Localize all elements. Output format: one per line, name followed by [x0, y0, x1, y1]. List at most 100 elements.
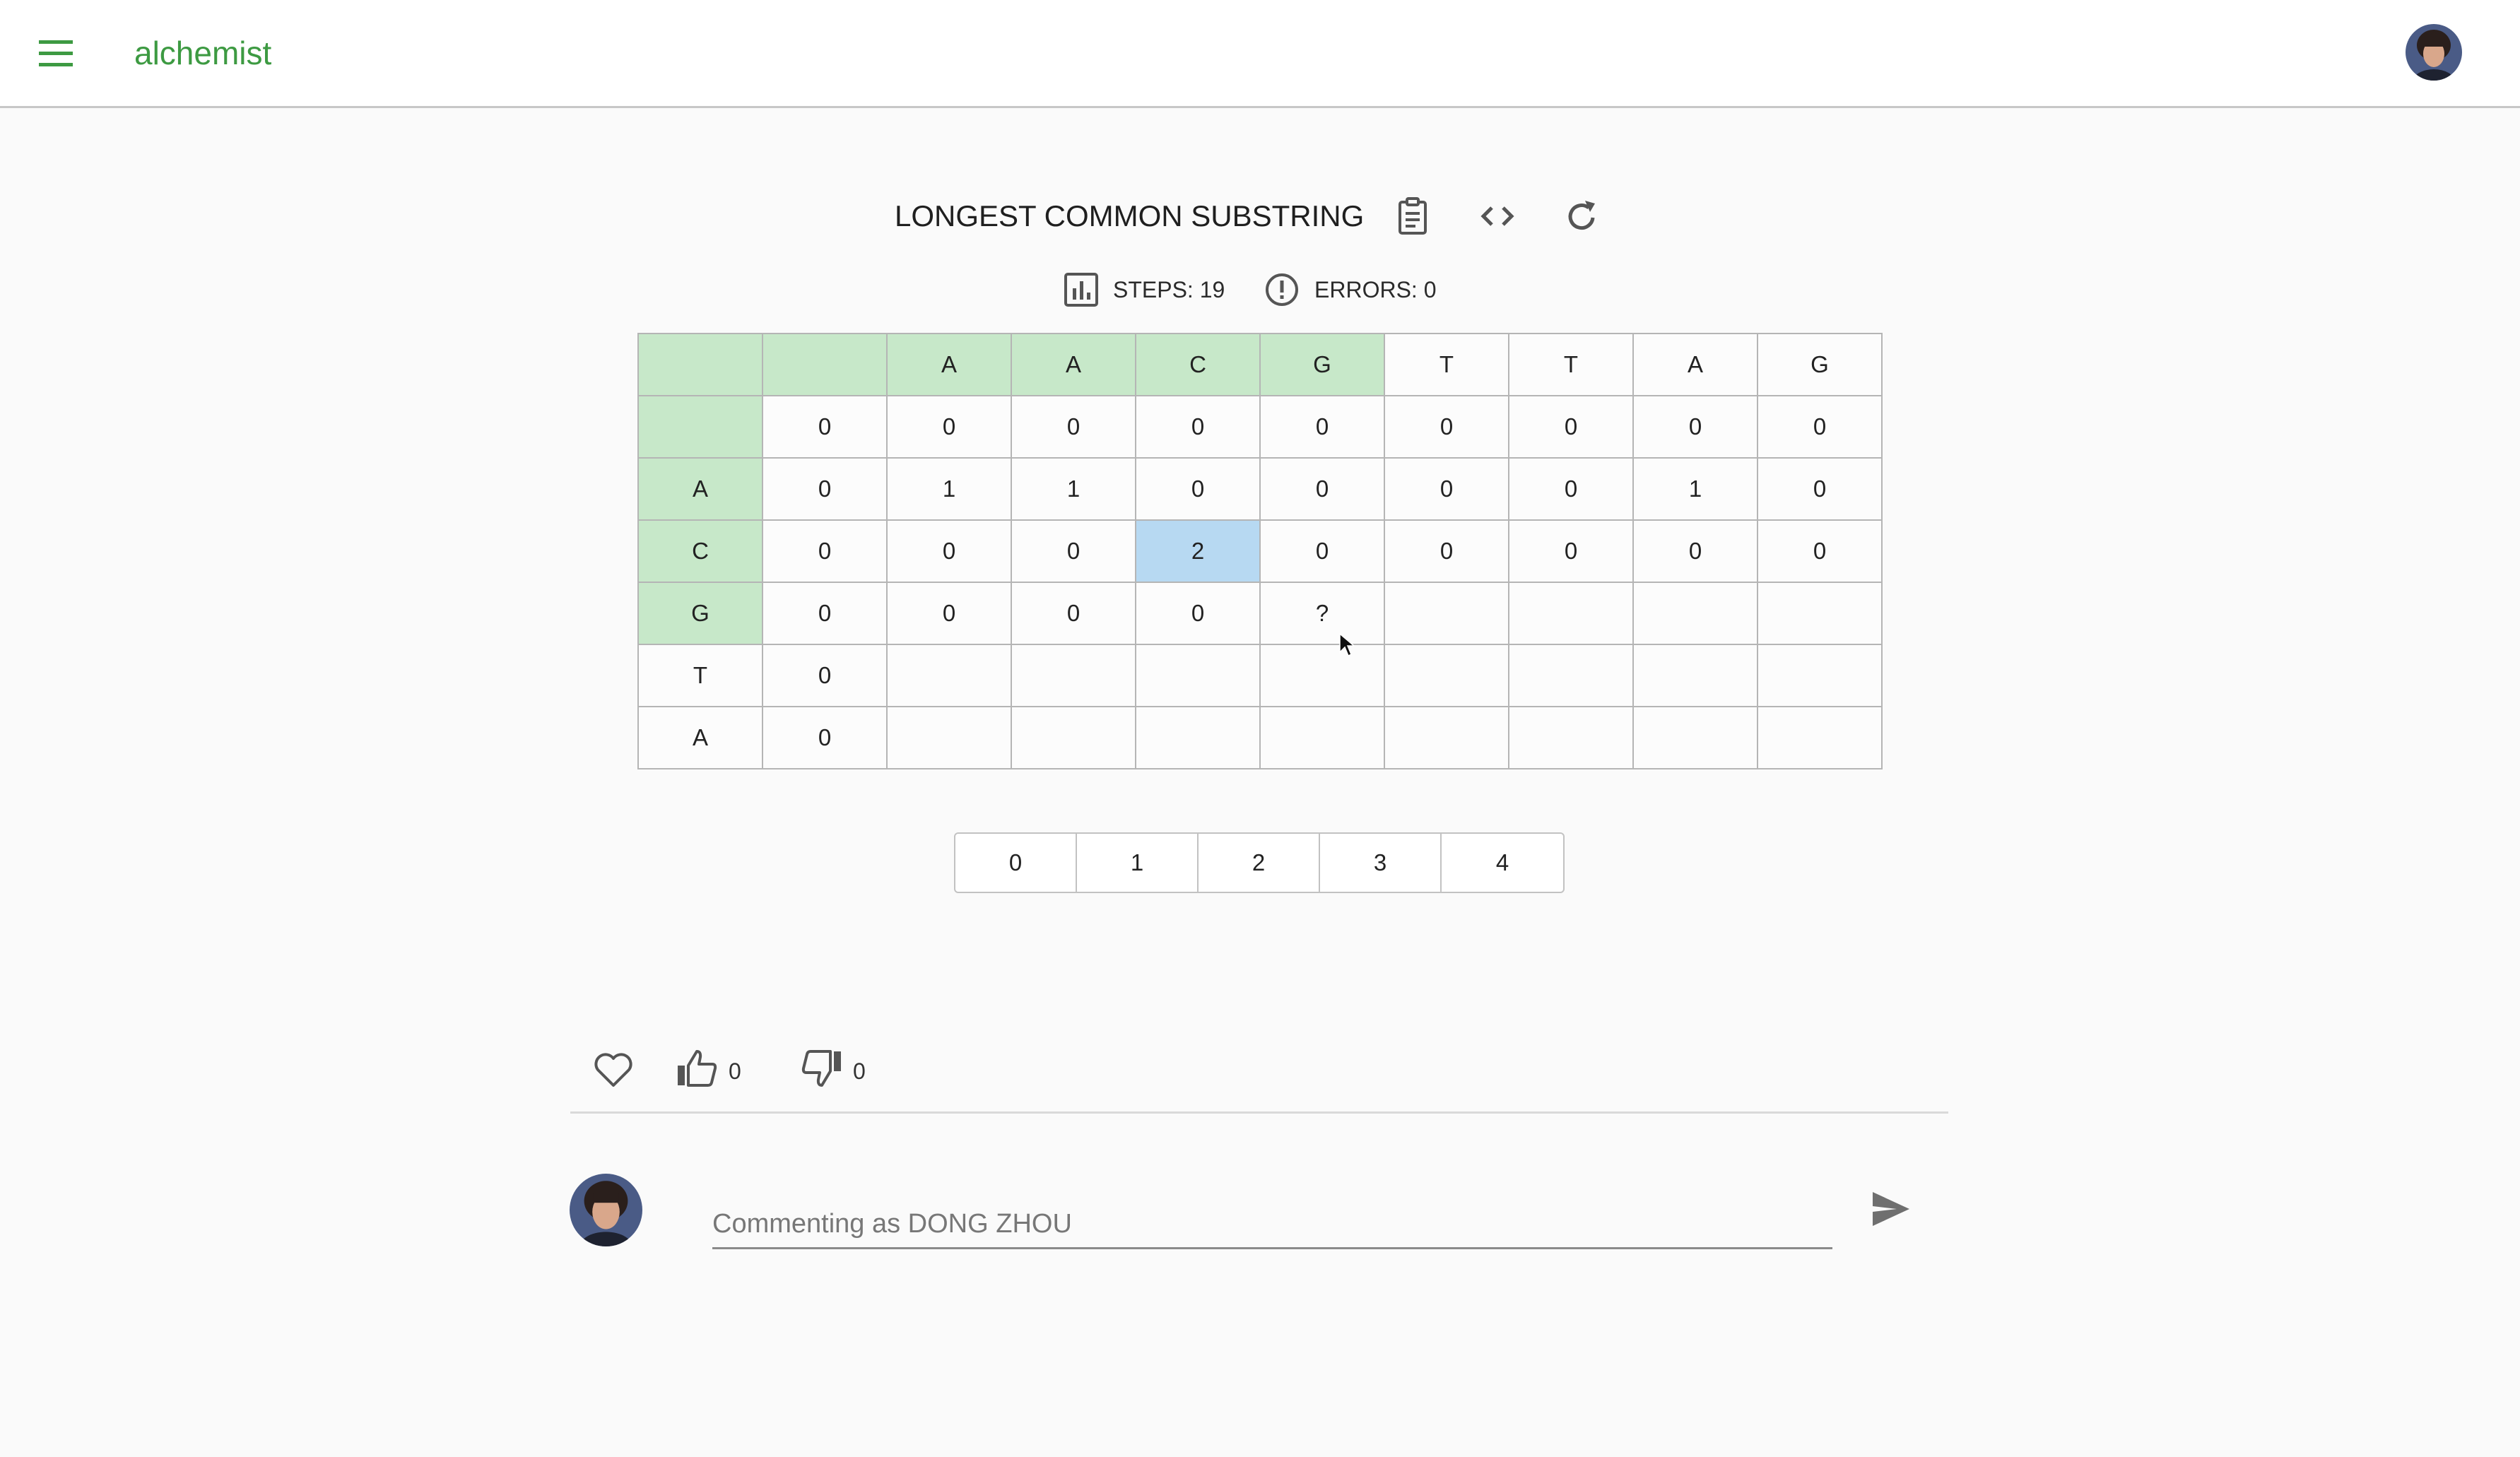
problem-header: LONGEST COMMON SUBSTRING — [0, 191, 2520, 240]
refresh-icon[interactable] — [1562, 196, 1601, 236]
reactions-bar: 0 0 — [0, 1039, 2520, 1102]
mouse-cursor — [1339, 633, 1355, 657]
table-cell: 0 — [1261, 459, 1385, 521]
table-cell: 0 — [1634, 521, 1758, 583]
table-header-cell: G — [1261, 334, 1385, 396]
table-cell: 0 — [1136, 396, 1261, 459]
clipboard-icon[interactable] — [1393, 196, 1432, 236]
answer-choices: 01234 — [954, 832, 1565, 893]
heart-icon[interactable] — [592, 1049, 635, 1091]
dislikes-count: 0 — [853, 1058, 866, 1084]
choice-button[interactable]: 1 — [1077, 834, 1199, 892]
thumbs-up-icon[interactable] — [676, 1047, 718, 1090]
choice-button[interactable]: 4 — [1442, 834, 1563, 892]
table-cell: 0 — [888, 583, 1012, 645]
table-cell: 1 — [888, 459, 1012, 521]
table-cell — [1136, 645, 1261, 707]
table-cell: 0 — [1634, 396, 1758, 459]
thumbs-down-icon[interactable] — [801, 1047, 843, 1090]
table-cell: 1 — [1012, 459, 1136, 521]
table-header-cell: C — [1136, 334, 1261, 396]
table-cell: 0 — [1261, 521, 1385, 583]
table-cell: 0 — [1136, 583, 1261, 645]
table-header-cell: A — [888, 334, 1012, 396]
table-cell: 0 — [1758, 521, 1883, 583]
table-cell — [1012, 645, 1136, 707]
errors-count: ERRORS: 0 — [1314, 277, 1437, 302]
table-cell: 0 — [1385, 396, 1509, 459]
table-cell: 0 — [763, 645, 888, 707]
table-cell: 0 — [763, 707, 888, 769]
table-cell — [1261, 645, 1385, 707]
choice-button[interactable]: 0 — [955, 834, 1077, 892]
table-header-cell: G — [1758, 334, 1883, 396]
table-header-cell — [639, 334, 763, 396]
likes-count: 0 — [729, 1058, 741, 1084]
table-cell: 0 — [1012, 521, 1136, 583]
table-cell — [1385, 645, 1509, 707]
user-avatar[interactable] — [2406, 24, 2462, 81]
table-cell — [888, 645, 1012, 707]
bar-chart-icon — [1063, 271, 1100, 308]
table-cell: 0 — [1012, 396, 1136, 459]
dp-table: AACGTTAG000000000A011000010C000200000G00… — [637, 333, 1883, 769]
table-header-cell: T — [1385, 334, 1509, 396]
table-cell: 0 — [888, 521, 1012, 583]
table-cell — [1012, 707, 1136, 769]
table-cell: 0 — [1261, 396, 1385, 459]
table-cell — [1509, 645, 1634, 707]
table-cell — [1634, 645, 1758, 707]
table-header-cell: G — [639, 583, 763, 645]
table-cell: 0 — [1509, 396, 1634, 459]
alert-circle-icon — [1264, 271, 1300, 308]
table-header-cell: A — [639, 459, 763, 521]
stats-bar: STEPS: 19 ERRORS: 0 — [0, 270, 2520, 309]
menu-icon[interactable] — [39, 40, 73, 67]
send-icon[interactable] — [1870, 1189, 1912, 1229]
table-cell — [1136, 707, 1261, 769]
table-header-cell: A — [1634, 334, 1758, 396]
commenter-avatar — [570, 1174, 642, 1246]
table-cell: 0 — [1758, 459, 1883, 521]
table-header-cell: A — [1012, 334, 1136, 396]
table-cell — [1385, 707, 1509, 769]
table-header-cell: T — [639, 645, 763, 707]
table-cell: 0 — [1385, 459, 1509, 521]
table-header-cell: A — [639, 707, 763, 769]
choice-button[interactable]: 3 — [1320, 834, 1442, 892]
table-cell: 0 — [763, 396, 888, 459]
table-header-cell: C — [639, 521, 763, 583]
table-cell — [1385, 583, 1509, 645]
steps-count: STEPS: 19 — [1113, 277, 1225, 302]
table-header-cell — [639, 396, 763, 459]
table-cell: 0 — [1758, 396, 1883, 459]
comment-input[interactable] — [712, 1201, 1832, 1249]
table-cell: 0 — [763, 583, 888, 645]
table-cell — [888, 707, 1012, 769]
table-cell: 0 — [763, 521, 888, 583]
table-cell: 0 — [1012, 583, 1136, 645]
problem-title: LONGEST COMMON SUBSTRING — [895, 199, 1365, 232]
table-cell: 0 — [1509, 521, 1634, 583]
code-icon[interactable] — [1478, 196, 1517, 236]
table-cell — [1509, 583, 1634, 645]
app-brand[interactable]: alchemist — [134, 28, 271, 78]
table-cell: 1 — [1634, 459, 1758, 521]
table-cell — [1634, 707, 1758, 769]
table-cell: 0 — [763, 459, 888, 521]
table-cell: 2 — [1136, 521, 1261, 583]
table-cell — [1634, 583, 1758, 645]
table-header-cell: T — [1509, 334, 1634, 396]
table-cell: 0 — [888, 396, 1012, 459]
divider — [570, 1111, 1948, 1114]
table-cell — [1758, 645, 1883, 707]
table-header-cell — [763, 334, 888, 396]
active-cell[interactable]: ? — [1261, 583, 1385, 645]
table-cell — [1509, 707, 1634, 769]
choice-button[interactable]: 2 — [1199, 834, 1320, 892]
top-app-bar: alchemist — [0, 0, 2520, 108]
table-cell: 0 — [1509, 459, 1634, 521]
table-cell: 0 — [1385, 521, 1509, 583]
table-cell — [1758, 583, 1883, 645]
table-cell — [1261, 707, 1385, 769]
